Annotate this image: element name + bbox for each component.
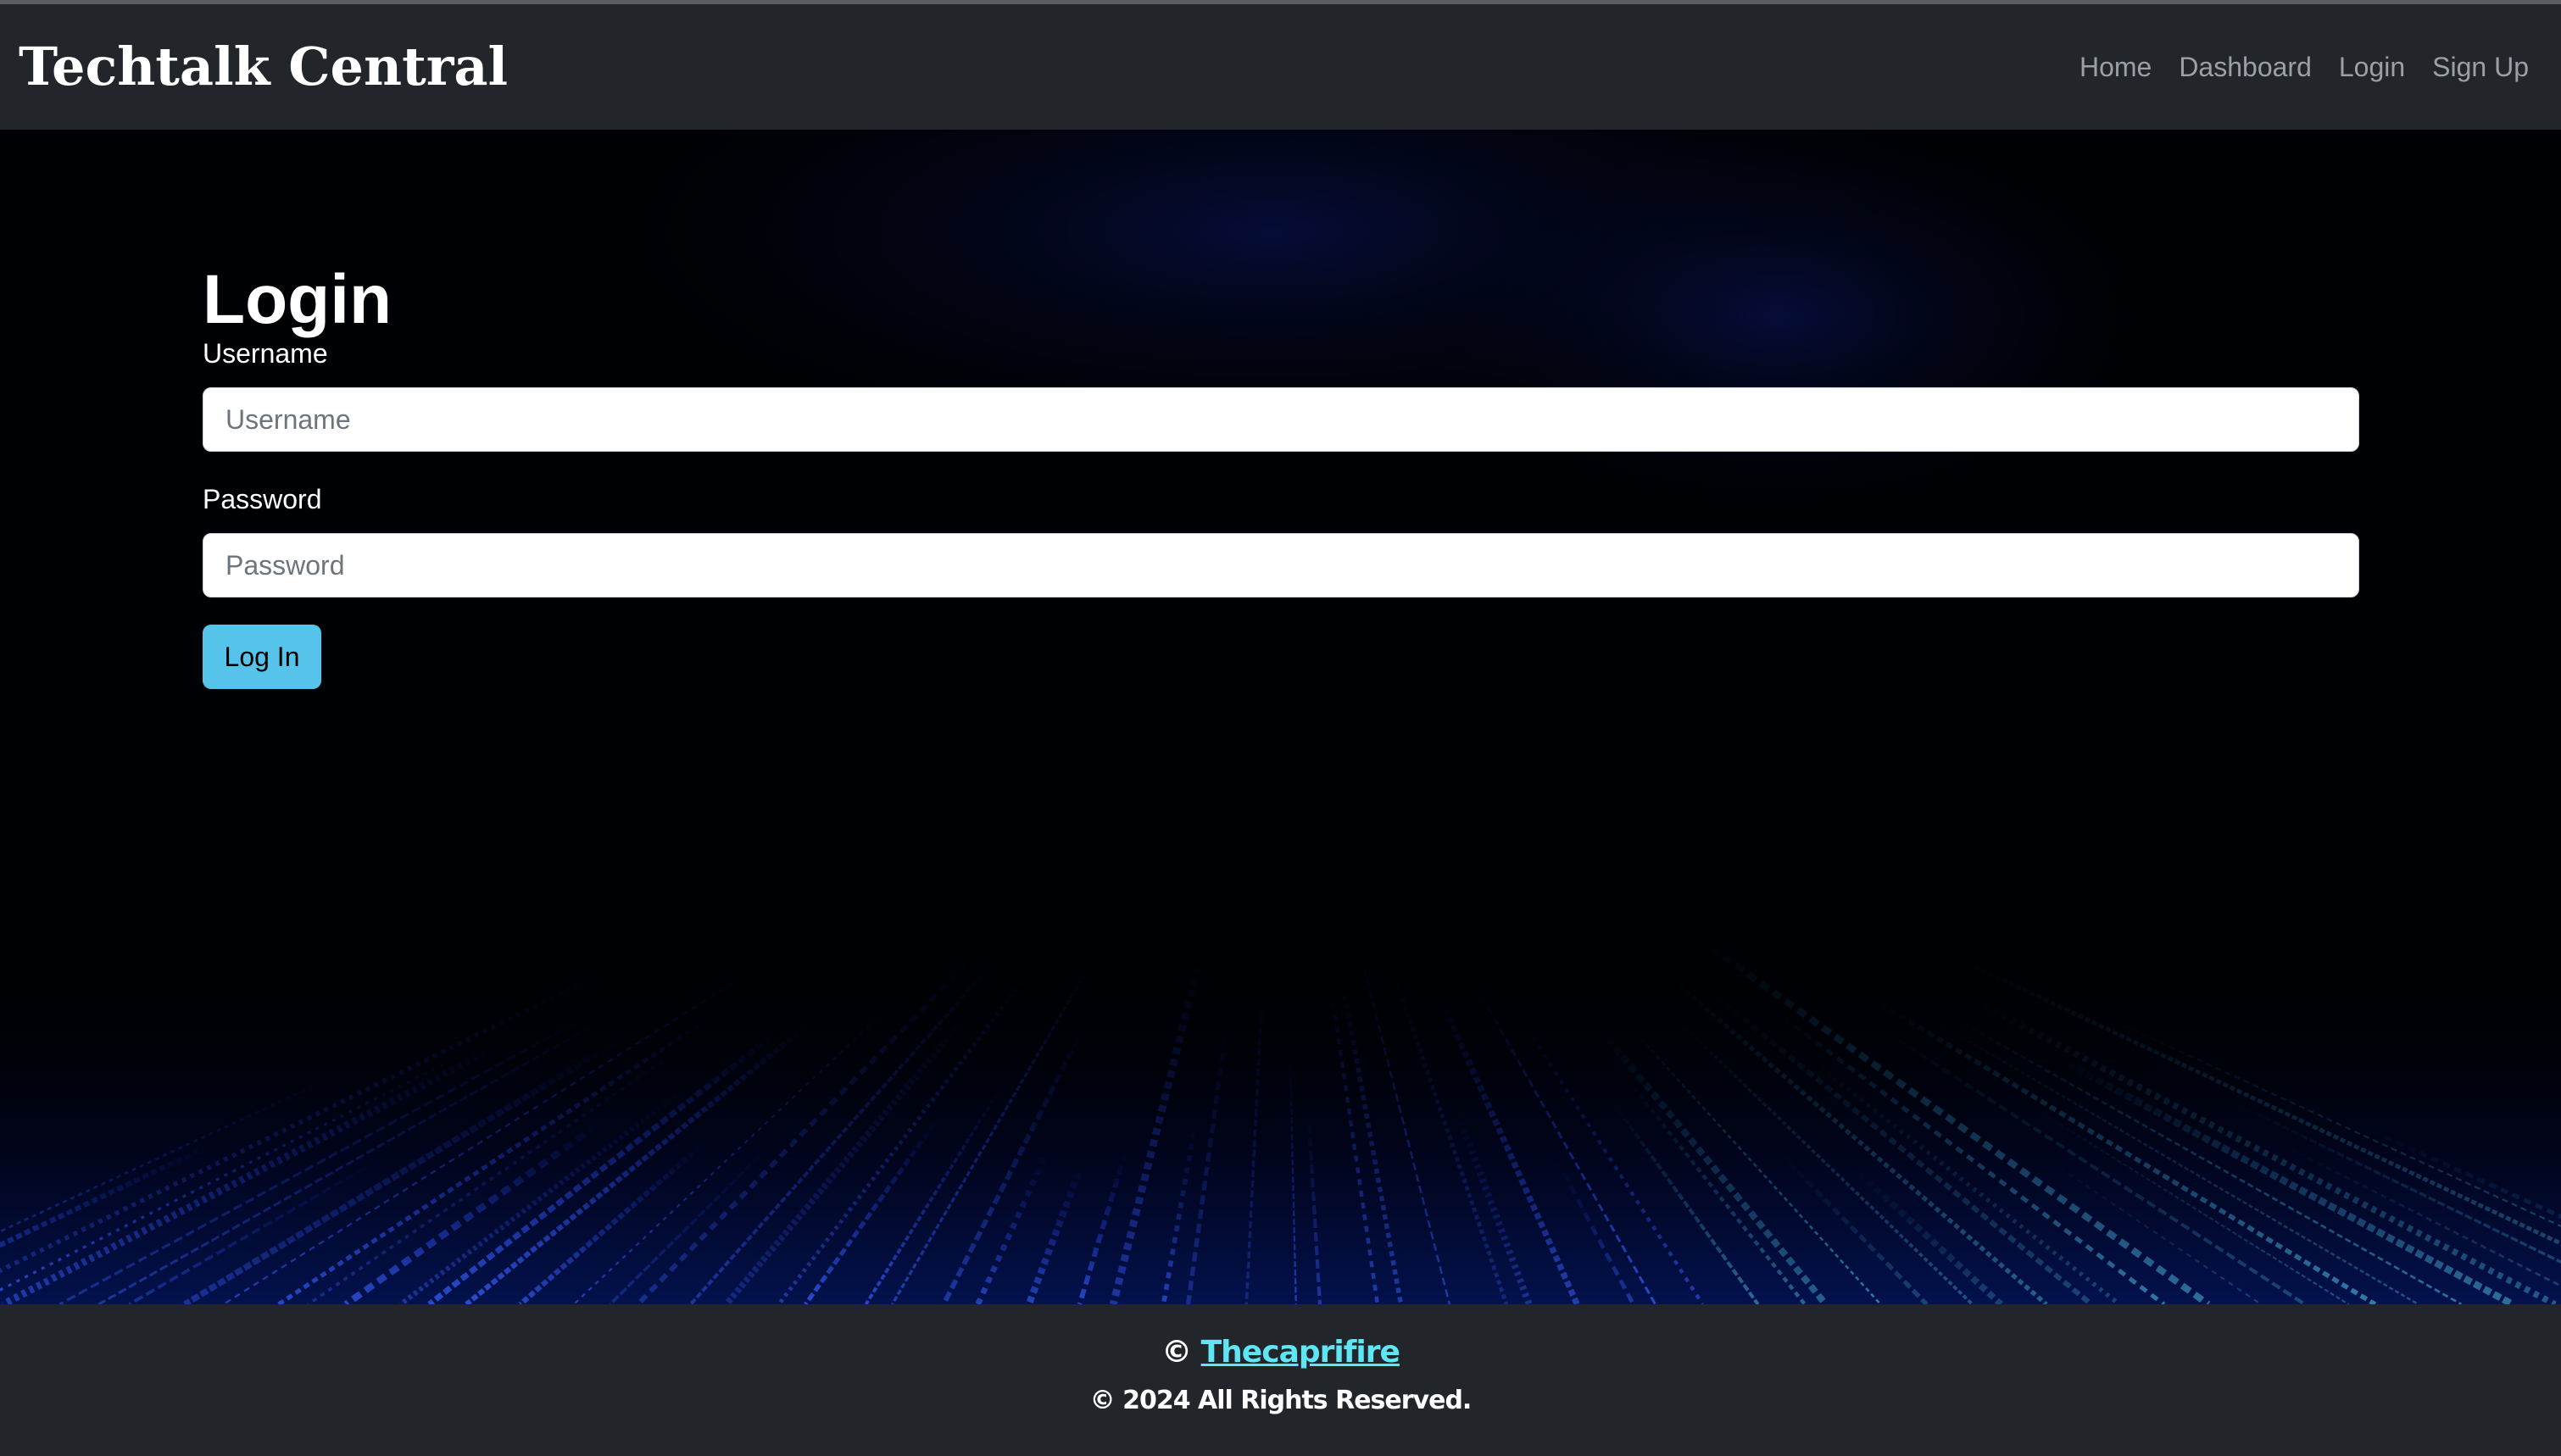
author-link[interactable]: Thecaprifire	[1201, 1335, 1400, 1370]
brand-logo[interactable]: Techtalk Central	[19, 33, 508, 101]
hero-section: Login Username Password Log In	[0, 130, 2561, 1304]
footer: © Thecaprifire © 2024 All Rights Reserve…	[0, 1304, 2561, 1456]
username-input[interactable]	[203, 387, 2359, 452]
password-label: Password	[203, 484, 322, 514]
page-title: Login	[203, 260, 393, 338]
footer-rights: © 2024 All Rights Reserved.	[1089, 1386, 1473, 1415]
password-input[interactable]	[203, 533, 2359, 597]
login-button[interactable]: Log In	[203, 625, 321, 689]
nav-links: Home Dashboard Login Sign Up	[2079, 50, 2529, 84]
username-label: Username	[203, 338, 328, 369]
navbar: Techtalk Central Home Dashboard Login Si…	[0, 4, 2561, 130]
footer-credit: © Thecaprifire	[0, 1331, 2561, 1374]
nav-home-link[interactable]: Home	[2079, 50, 2152, 84]
copyright-symbol: ©	[1161, 1335, 1192, 1370]
nav-login-link[interactable]: Login	[2339, 50, 2405, 84]
nav-signup-link[interactable]: Sign Up	[2432, 50, 2529, 84]
nav-dashboard-link[interactable]: Dashboard	[2179, 50, 2312, 84]
